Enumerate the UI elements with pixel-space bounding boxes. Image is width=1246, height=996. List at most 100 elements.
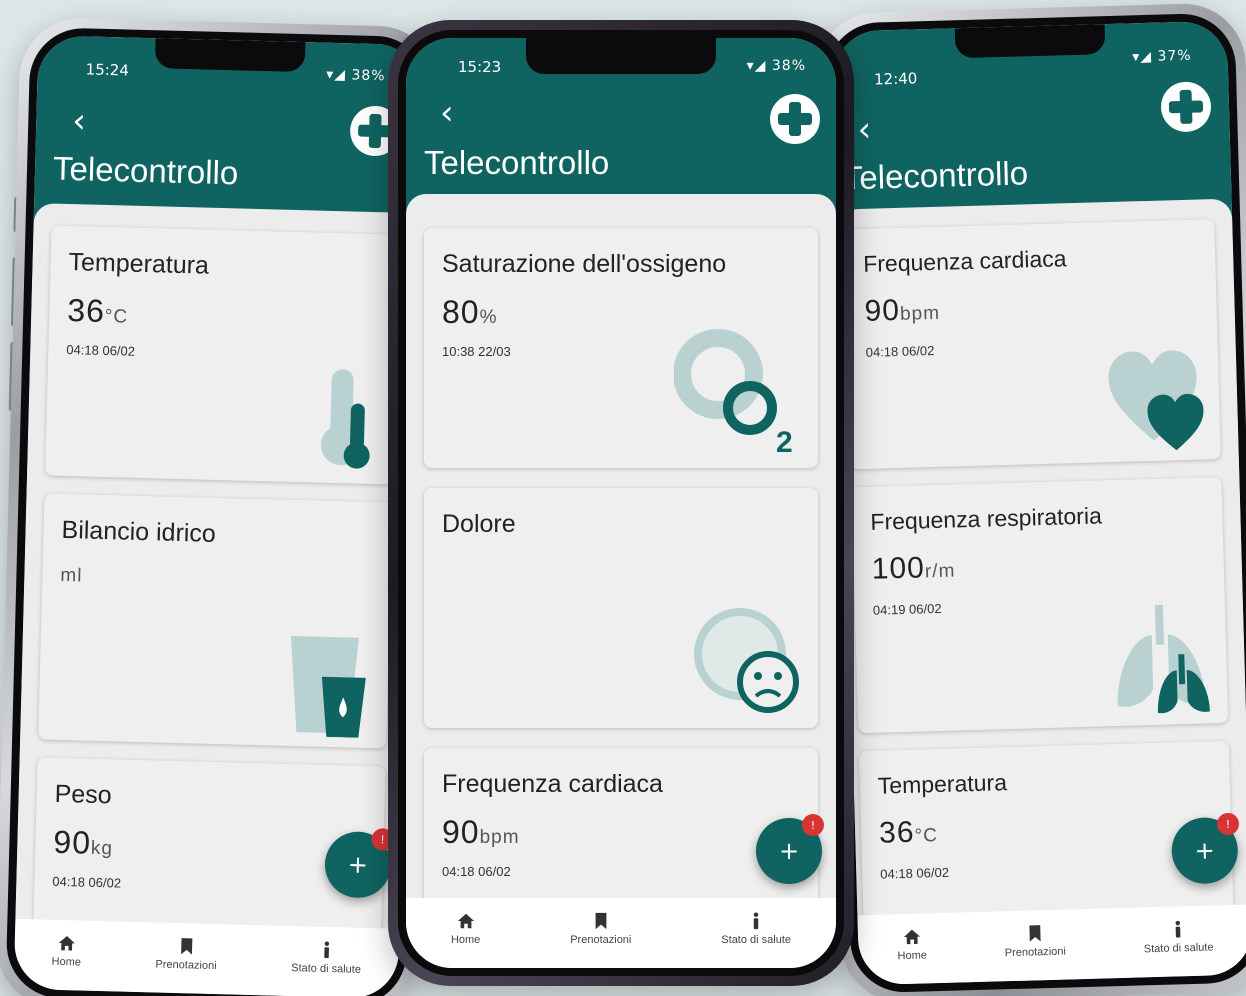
nav-home[interactable]: Home xyxy=(51,934,81,969)
card-timestamp: 10:38 22/03 xyxy=(442,344,511,359)
nav-label: Home xyxy=(897,949,928,963)
card-temperatura[interactable]: Temperatura 36°C 04:18 06/02 xyxy=(858,740,1236,916)
thermometer-icon xyxy=(320,369,370,469)
bookmark-icon xyxy=(1029,925,1041,942)
bottom-nav: Home Prenotazioni Stato di salute xyxy=(13,918,400,996)
status-icons: ▾◢ 38% xyxy=(747,58,806,74)
phone-frame: 15:23 ▾◢ 38% ‹ Telecontrollo Saturazione… xyxy=(388,20,854,986)
nav-label: Stato di salute xyxy=(291,962,362,976)
nav-prenotazioni[interactable]: Prenotazioni xyxy=(570,912,631,946)
battery-level: 37% xyxy=(1157,47,1192,65)
status-icons: ▾◢ 37% xyxy=(1132,48,1192,66)
notch xyxy=(526,38,716,74)
card-title: Frequenza respiratoria xyxy=(870,502,1103,535)
phone-frame: 15:24 ▾◢ 38% ‹ Telecontrollo Temperatura… xyxy=(0,16,441,996)
nav-prenotazioni[interactable]: Prenotazioni xyxy=(1004,924,1067,960)
nav-label: Prenotazioni xyxy=(570,934,632,946)
card-bilancio-idrico[interactable]: Bilancio idrico ml xyxy=(38,493,393,749)
card-timestamp: 04:18 06/02 xyxy=(66,341,136,359)
card-timestamp: 04:18 06/02 xyxy=(442,864,511,879)
svg-text:2: 2 xyxy=(776,426,793,458)
card-frequenza-cardiaca[interactable]: Frequenza cardiaca 90bpm 04:18 06/02 xyxy=(424,748,818,898)
water-glass-icon xyxy=(290,635,366,738)
card-value: 90kg xyxy=(52,823,114,861)
status-time: 12:40 xyxy=(873,69,918,89)
phone-left: 15:24 ▾◢ 38% ‹ Telecontrollo Temperatura… xyxy=(0,16,441,996)
card-title: Temperatura xyxy=(877,769,1008,799)
battery-level: 38% xyxy=(351,67,386,85)
card-value: 90bpm xyxy=(864,293,941,328)
heart-icon xyxy=(1108,350,1204,451)
notch xyxy=(954,24,1106,59)
card-timestamp: 04:18 06/02 xyxy=(52,873,122,891)
nav-home[interactable]: Home xyxy=(897,927,927,962)
app-screen: 15:24 ▾◢ 38% ‹ Telecontrollo Temperatura… xyxy=(13,35,423,996)
card-value: 100r/m xyxy=(871,551,956,586)
card-value: 36°C xyxy=(66,291,129,329)
phone-center: 15:23 ▾◢ 38% ‹ Telecontrollo Saturazione… xyxy=(388,20,854,986)
app-screen: 15:23 ▾◢ 38% ‹ Telecontrollo Saturazione… xyxy=(406,38,836,968)
card-frequenza-cardiaca[interactable]: Frequenza cardiaca 90bpm 04:18 06/02 xyxy=(844,219,1221,470)
nav-label: Home xyxy=(450,934,481,946)
notch xyxy=(154,38,306,73)
sad-face-icon xyxy=(694,608,799,713)
card-title: Dolore xyxy=(442,510,516,538)
phone-frame: 12:40 ▾◢ 37% ‹ Telecontrollo Frequenza c… xyxy=(814,2,1246,996)
person-info-icon xyxy=(753,912,759,930)
home-icon xyxy=(457,913,474,929)
card-value: 36°C xyxy=(878,815,939,850)
back-button[interactable]: ‹ xyxy=(857,110,872,150)
nav-stato-di-salute[interactable]: Stato di salute xyxy=(291,940,362,976)
home-icon xyxy=(58,935,75,951)
card-title: Peso xyxy=(54,779,113,810)
battery-level: 38% xyxy=(771,58,806,74)
status-time: 15:23 xyxy=(458,58,502,76)
card-title: Frequenza cardiaca xyxy=(442,770,663,798)
card-temperatura[interactable]: Temperatura 36°C 04:18 06/02 xyxy=(45,225,400,485)
app-logo xyxy=(1160,81,1212,133)
card-list: Temperatura 36°C 04:18 06/02 Bilancio id… xyxy=(15,203,419,929)
nav-stato-di-salute[interactable]: Stato di salute xyxy=(721,912,791,946)
card-saturazione[interactable]: Saturazione dell'ossigeno 80% 10:38 22/0… xyxy=(424,228,818,468)
home-icon xyxy=(903,929,920,945)
app-screen: 12:40 ▾◢ 37% ‹ Telecontrollo Frequenza c… xyxy=(832,20,1246,986)
nav-label: Home xyxy=(51,955,82,969)
nav-label: Stato di salute xyxy=(1143,941,1214,956)
card-timestamp: 04:18 06/02 xyxy=(880,864,950,882)
card-value: ml xyxy=(60,564,83,587)
nav-label: Prenotazioni xyxy=(155,958,217,973)
nav-label: Stato di salute xyxy=(721,934,792,946)
card-list: Saturazione dell'ossigeno 80% 10:38 22/0… xyxy=(406,194,836,898)
signal-icon: ▾◢ xyxy=(326,66,352,84)
person-info-icon xyxy=(324,941,329,959)
nav-label: Prenotazioni xyxy=(1004,945,1067,960)
bottom-nav: Home Prenotazioni Stato di salute xyxy=(406,898,836,968)
bookmark-icon xyxy=(180,938,193,955)
card-dolore[interactable]: Dolore xyxy=(424,488,818,728)
card-title: Temperatura xyxy=(68,248,210,280)
nav-prenotazioni[interactable]: Prenotazioni xyxy=(155,937,217,973)
page-title: Telecontrollo xyxy=(424,144,610,181)
notification-badge: ! xyxy=(802,814,824,836)
card-title: Frequenza cardiaca xyxy=(862,245,1067,277)
signal-icon: ▾◢ xyxy=(746,58,772,74)
bottom-nav: Home Prenotazioni Stato di salute xyxy=(857,904,1246,986)
back-button[interactable]: ‹ xyxy=(440,96,454,130)
back-button[interactable]: ‹ xyxy=(72,101,87,141)
card-list: Frequenza cardiaca 90bpm 04:18 06/02 Fre… xyxy=(837,198,1246,916)
add-button[interactable]: + ! xyxy=(756,814,824,884)
app-logo xyxy=(770,94,820,144)
card-value: 80% xyxy=(442,294,498,330)
status-icons: ▾◢ 38% xyxy=(326,67,386,85)
heart-icon xyxy=(698,888,798,898)
nav-home[interactable]: Home xyxy=(451,912,480,946)
page-title: Telecontrollo xyxy=(52,149,239,192)
card-timestamp: 04:18 06/02 xyxy=(865,342,935,360)
signal-icon: ▾◢ xyxy=(1131,48,1158,66)
card-frequenza-respiratoria[interactable]: Frequenza respiratoria 100r/m 04:19 06/0… xyxy=(851,477,1229,734)
nav-stato-di-salute[interactable]: Stato di salute xyxy=(1143,919,1214,955)
card-title: Saturazione dell'ossigeno xyxy=(442,250,727,278)
oxygen-icon: 2 xyxy=(674,329,793,458)
page-title: Telecontrollo xyxy=(842,154,1029,197)
card-timestamp: 04:19 06/02 xyxy=(872,600,942,618)
